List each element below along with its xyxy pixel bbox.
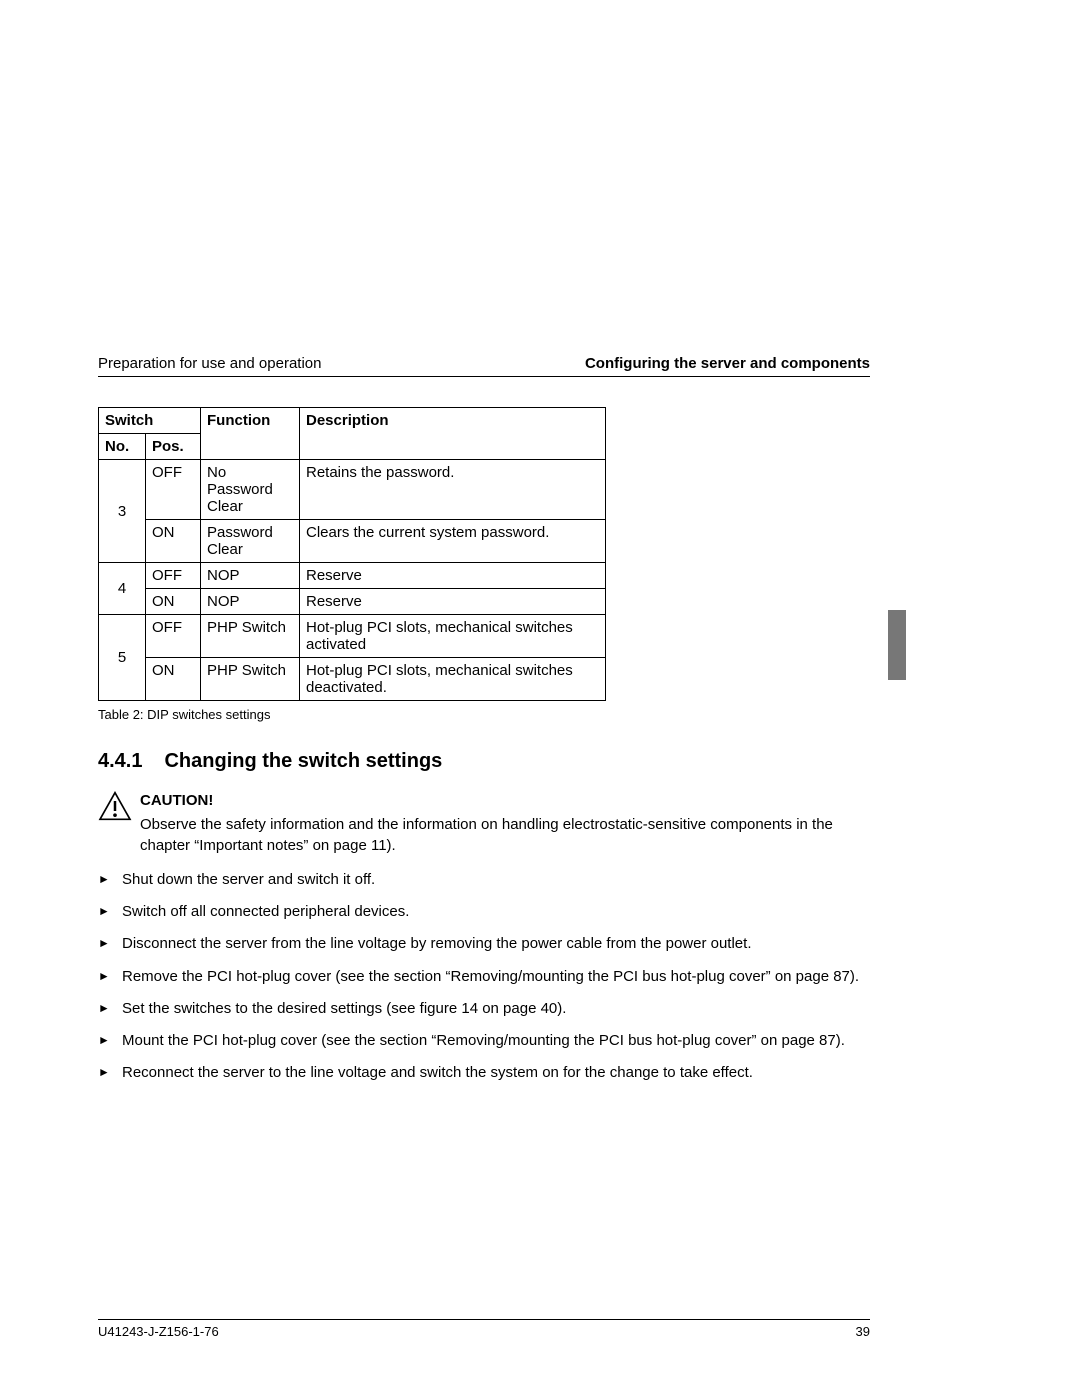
list-item: Switch off all connected peripheral devi… [98, 902, 870, 922]
caution-title: CAUTION! [140, 791, 870, 811]
th-function: Function [201, 408, 300, 460]
cell-function: Password Clear [201, 520, 300, 563]
cell-function: No Password Clear [201, 460, 300, 520]
caution-icon [98, 791, 132, 821]
header-right: Configuring the server and components [585, 355, 870, 372]
list-item: Set the switches to the desired settings… [98, 999, 870, 1019]
section-number: 4.4.1 [98, 750, 142, 772]
th-description: Description [300, 408, 606, 460]
section-title: Changing the switch settings [164, 750, 442, 772]
list-item: Disconnect the server from the line volt… [98, 934, 870, 954]
cell-pos: OFF [146, 615, 201, 658]
cell-pos: OFF [146, 460, 201, 520]
caution-block: CAUTION! Observe the safety information … [98, 791, 870, 856]
table-caption: Table 2: DIP switches settings [98, 707, 870, 722]
table-row: 4 OFF NOP Reserve [99, 563, 606, 589]
section-heading: 4.4.1 Changing the switch settings [98, 750, 870, 773]
cell-function: NOP [201, 589, 300, 615]
list-item: Remove the PCI hot-plug cover (see the s… [98, 967, 870, 987]
cell-description: Retains the password. [300, 460, 606, 520]
cell-function: PHP Switch [201, 658, 300, 701]
table-row: ON NOP Reserve [99, 589, 606, 615]
th-switch: Switch [99, 408, 201, 434]
cell-description: Reserve [300, 563, 606, 589]
dip-switch-table: Switch Function Description No. Pos. 3 O… [98, 407, 606, 701]
page-number: 39 [856, 1324, 870, 1339]
th-pos: Pos. [146, 434, 201, 460]
cell-pos: ON [146, 589, 201, 615]
cell-description: Clears the current system password. [300, 520, 606, 563]
page-footer: U41243-J-Z156-1-76 39 [98, 1319, 870, 1339]
cell-description: Hot-plug PCI slots, mechanical switches … [300, 615, 606, 658]
list-item: Mount the PCI hot-plug cover (see the se… [98, 1031, 870, 1051]
step-list: Shut down the server and switch it off. … [98, 870, 870, 1084]
list-item: Shut down the server and switch it off. [98, 870, 870, 890]
cell-pos: ON [146, 520, 201, 563]
table-row: ON Password Clear Clears the current sys… [99, 520, 606, 563]
caution-body: Observe the safety information and the i… [140, 816, 833, 853]
cell-pos: ON [146, 658, 201, 701]
doc-id: U41243-J-Z156-1-76 [98, 1324, 219, 1339]
cell-function: NOP [201, 563, 300, 589]
header-left: Preparation for use and operation [98, 355, 321, 372]
list-item: Reconnect the server to the line voltage… [98, 1063, 870, 1083]
table-row: ON PHP Switch Hot-plug PCI slots, mechan… [99, 658, 606, 701]
cell-description: Reserve [300, 589, 606, 615]
cell-no: 5 [99, 615, 146, 701]
cell-no: 3 [99, 460, 146, 563]
cell-description: Hot-plug PCI slots, mechanical switches … [300, 658, 606, 701]
cell-pos: OFF [146, 563, 201, 589]
cell-no: 4 [99, 563, 146, 615]
side-tab [888, 610, 906, 680]
table-row: 5 OFF PHP Switch Hot-plug PCI slots, mec… [99, 615, 606, 658]
table-row: 3 OFF No Password Clear Retains the pass… [99, 460, 606, 520]
th-no: No. [99, 434, 146, 460]
cell-function: PHP Switch [201, 615, 300, 658]
running-header: Preparation for use and operation Config… [98, 355, 870, 377]
